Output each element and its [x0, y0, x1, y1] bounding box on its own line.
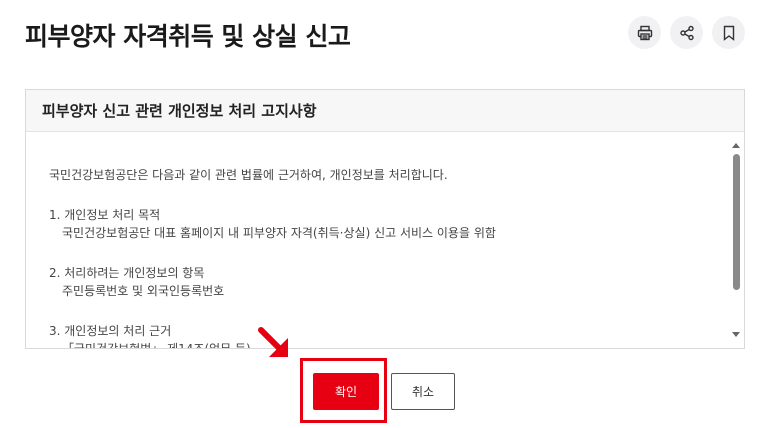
scroll-up-arrow-icon[interactable]	[728, 138, 744, 152]
notice-header: 피부양자 신고 관련 개인정보 처리 고지사항	[26, 90, 744, 132]
notice-scrollbar[interactable]	[728, 132, 744, 348]
print-button[interactable]	[628, 16, 661, 49]
confirm-button[interactable]: 확인	[313, 373, 379, 410]
cancel-button[interactable]: 취소	[391, 373, 455, 410]
bookmark-icon	[723, 25, 734, 41]
notice-item: 2. 처리하려는 개인정보의 항목 주민등록번호 및 외국인등록번호	[49, 264, 724, 300]
notice-item-title: 2. 처리하려는 개인정보의 항목	[49, 266, 205, 280]
notice-item-detail: 국민건강보험공단 대표 홈페이지 내 피부양자 자격(취득·상실) 신고 서비스…	[62, 226, 496, 240]
scrollbar-thumb[interactable]	[733, 154, 740, 290]
notice-item-title: 1. 개인정보 처리 목적	[49, 208, 161, 222]
print-icon	[637, 25, 652, 40]
share-button[interactable]	[670, 16, 703, 49]
annotation-arrow-icon	[258, 327, 288, 357]
notice-item-detail: 「국민건강보험법」 제14조(업무 등)	[49, 340, 724, 348]
page-title: 피부양자 자격취득 및 상실 신고	[25, 22, 351, 51]
scroll-down-arrow-icon[interactable]	[728, 328, 744, 342]
bookmark-button[interactable]	[712, 16, 745, 49]
notice-item: 1. 개인정보 처리 목적 국민건강보험공단 대표 홈페이지 내 피부양자 자격…	[49, 206, 724, 242]
notice-item: 3. 개인정보의 처리 근거 「국민건강보험법」 제14조(업무 등)	[49, 322, 724, 348]
privacy-notice-box: 피부양자 신고 관련 개인정보 처리 고지사항 국민건강보험공단은 다음과 같이…	[25, 89, 745, 349]
notice-body[interactable]: 국민건강보험공단은 다음과 같이 관련 법률에 근거하여, 개인정보를 처리합니…	[26, 132, 744, 348]
notice-intro: 국민건강보험공단은 다음과 같이 관련 법률에 근거하여, 개인정보를 처리합니…	[49, 168, 448, 182]
button-row: 확인 취소	[0, 373, 766, 411]
notice-item-detail: 주민등록번호 및 외국인등록번호	[62, 284, 225, 298]
notice-item-title: 3. 개인정보의 처리 근거	[49, 324, 172, 338]
page-actions	[628, 16, 745, 49]
share-icon	[679, 25, 694, 40]
